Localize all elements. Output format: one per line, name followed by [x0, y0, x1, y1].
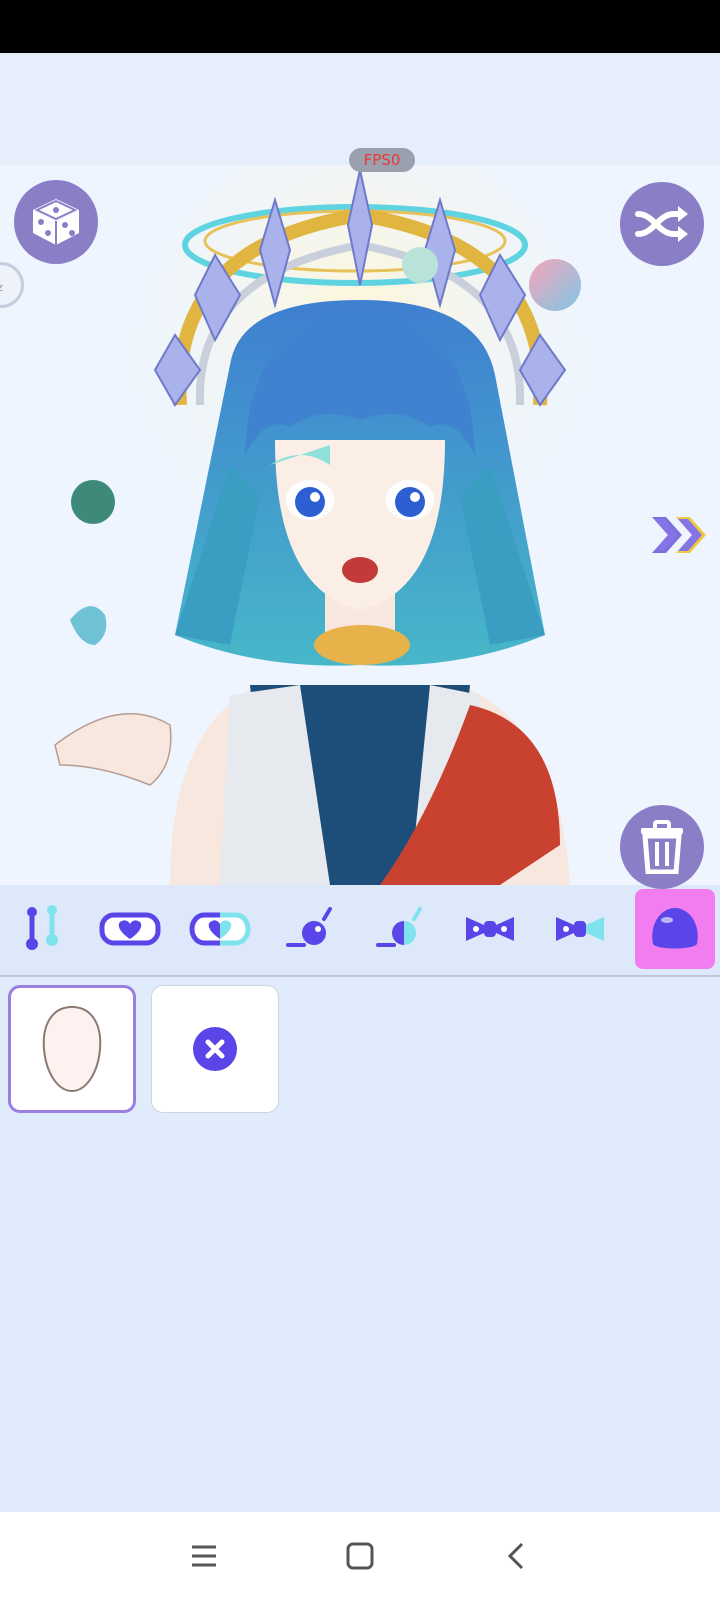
delete-button[interactable]: [620, 805, 704, 889]
option-face-shape[interactable]: [8, 985, 136, 1113]
blob-icon: [652, 908, 698, 949]
bones-icon: [26, 905, 58, 950]
tool-bow[interactable]: [450, 889, 530, 969]
home-icon: [346, 1542, 374, 1570]
nav-home-button[interactable]: [340, 1536, 380, 1576]
tool-half-blush[interactable]: [360, 889, 440, 969]
tool-half-bow[interactable]: [540, 889, 620, 969]
category-toolbar: [0, 885, 720, 977]
remove-icon: [193, 1027, 237, 1071]
tool-cheek-blush[interactable]: [270, 889, 350, 969]
tool-blob[interactable]: [635, 889, 715, 969]
tool-bones[interactable]: [0, 889, 80, 969]
trash-icon: [641, 820, 683, 874]
next-arrows-button[interactable]: [650, 515, 708, 559]
character-canvas[interactable]: [0, 165, 720, 885]
nav-menu-button[interactable]: [184, 1536, 224, 1576]
half-bow-icon: [556, 917, 604, 941]
tool-heart-bandage[interactable]: [90, 889, 170, 969]
bow-icon: [466, 917, 514, 941]
navigation-bar: [0, 1512, 720, 1600]
back-icon: [507, 1542, 524, 1570]
heart-bandage-icon: [99, 912, 161, 946]
tool-half-heart-bandage[interactable]: [180, 889, 260, 969]
half-heart-bandage-icon: [189, 912, 251, 946]
cheek-blush-icon: [286, 907, 332, 947]
menu-icon: [192, 1545, 216, 1567]
shuffle-icon: [635, 206, 688, 242]
dice-icon: [33, 199, 79, 245]
options-panel: [0, 977, 720, 1512]
random-dice-button[interactable]: [14, 180, 98, 264]
shuffle-button[interactable]: [620, 182, 704, 266]
character-illustration: [54, 165, 590, 885]
half-blush-icon: [376, 907, 422, 947]
face-shape-icon: [42, 1005, 102, 1093]
nav-back-button[interactable]: [496, 1536, 536, 1576]
status-bar: [0, 0, 720, 53]
fps-badge: FPS0: [349, 148, 415, 172]
double-chevron-right-icon: [652, 517, 706, 553]
option-none[interactable]: [151, 985, 279, 1113]
